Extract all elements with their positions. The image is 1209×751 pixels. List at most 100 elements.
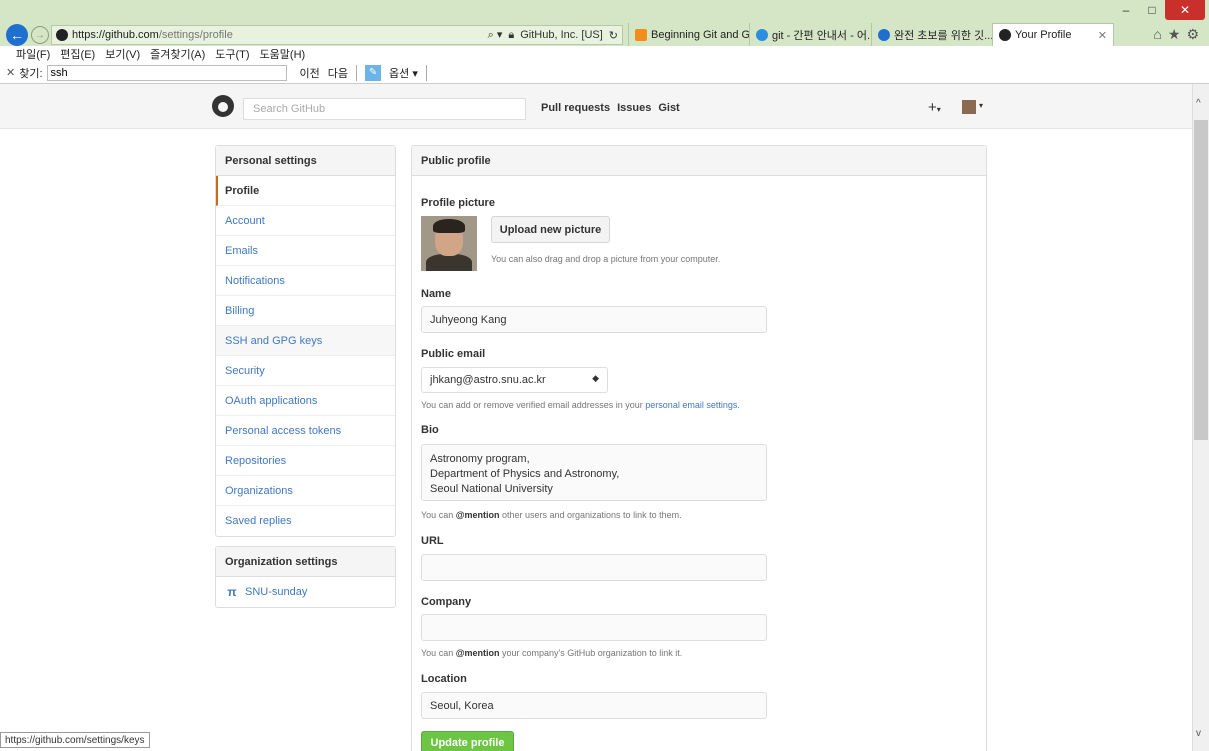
menu-edit[interactable]: 편집(E) <box>60 46 95 62</box>
highlight-icon[interactable]: ✎ <box>365 64 382 81</box>
find-input[interactable] <box>46 64 287 81</box>
scrollbar-thumb[interactable] <box>1194 120 1208 440</box>
profile-picture-label: Profile picture <box>421 197 495 209</box>
minimize-button[interactable]: – <box>1113 0 1139 20</box>
sidebar-item-security[interactable]: Security <box>216 356 395 386</box>
nav-issues[interactable]: Issues <box>617 102 651 114</box>
tab-strip: Beginning Git and Git... git - 간편 안내서 - … <box>628 23 1114 46</box>
find-label: 찾기: <box>19 67 43 80</box>
panel-title: Public profile <box>412 146 986 176</box>
sidebar-item-personal-access-tokens[interactable]: Personal access tokens <box>216 416 395 446</box>
tab-favicon-icon <box>756 28 768 41</box>
address-bar[interactable]: https://github.com /settings/profile ⌕ ▾… <box>51 25 623 45</box>
home-icon[interactable]: ⌂ <box>1153 26 1161 43</box>
close-window-button[interactable]: ✕ <box>1165 0 1205 20</box>
address-bar-actions: ⌕ ▾ 🔒︎ GitHub, Inc. [US] ↻ <box>488 28 622 42</box>
sidebar-item-profile[interactable]: Profile <box>216 176 395 206</box>
search-dropdown-icon[interactable]: ⌕ ▾ <box>488 28 503 42</box>
menu-bar: 파일(F) 편집(E) 보기(V) 즐겨찾기(A) 도구(T) 도움말(H) <box>0 46 1209 62</box>
org-settings-title: Organization settings <box>216 547 395 577</box>
menu-tools[interactable]: 도구(T) <box>215 46 249 62</box>
forward-button[interactable]: → <box>31 26 49 44</box>
bio-label: Bio <box>421 424 439 436</box>
sidebar-item-organizations[interactable]: Organizations <box>216 476 395 506</box>
chevron-down-icon[interactable]: ▾ <box>979 101 983 110</box>
find-next-button[interactable]: 다음 <box>328 65 348 81</box>
menu-favorites[interactable]: 즐겨찾기(A) <box>150 46 205 62</box>
public-email-select[interactable]: jhkang@astro.snu.ac.kr ◆ <box>421 367 608 393</box>
sidebar-item-repositories[interactable]: Repositories <box>216 446 395 476</box>
refresh-icon[interactable]: ↻ <box>609 29 618 42</box>
divider <box>356 64 358 81</box>
tab-label: 완전 초보를 위한 깃... <box>894 29 992 42</box>
settings-gear-icon[interactable]: ⚙ <box>1186 26 1199 43</box>
close-tab-icon[interactable]: ✕ <box>1098 29 1107 42</box>
search-input[interactable] <box>243 98 526 120</box>
find-prev-button[interactable]: 이전 <box>300 65 320 81</box>
sidebar-item-notifications[interactable]: Notifications <box>216 266 395 296</box>
tab-favicon-icon <box>999 29 1011 41</box>
tab-favicon-icon <box>635 28 647 41</box>
menu-help[interactable]: 도움말(H) <box>260 46 306 62</box>
menu-file[interactable]: 파일(F) <box>16 46 50 62</box>
scroll-down-icon[interactable]: v <box>1196 728 1201 739</box>
bio-textarea[interactable]: Astronomy program, Department of Physics… <box>421 444 767 501</box>
favorites-star-icon[interactable]: ★ <box>1168 26 1181 43</box>
public-email-value: jhkang@astro.snu.ac.kr <box>430 374 546 386</box>
tab-label: Beginning Git and Git... <box>651 28 749 41</box>
location-field[interactable] <box>421 692 767 719</box>
divider <box>425 64 427 81</box>
sidebar-item-billing[interactable]: Billing <box>216 296 395 326</box>
upload-picture-button[interactable]: Upload new picture <box>491 216 610 243</box>
url-path: /settings/profile <box>158 29 233 41</box>
user-avatar[interactable] <box>962 100 976 114</box>
location-label: Location <box>421 673 467 685</box>
back-button[interactable]: ← <box>6 24 28 46</box>
tab-beginning-git[interactable]: Beginning Git and Git... <box>628 23 749 46</box>
bio-line: Astronomy program, <box>430 453 530 465</box>
bio-line: Department of Physics and Astronomy, <box>430 468 620 480</box>
sidebar-item-account[interactable]: Account <box>216 206 395 236</box>
organization-settings-menu: Organization settings π SNU-sunday <box>215 546 396 608</box>
tab-git-beginner[interactable]: 완전 초보를 위한 깃... <box>871 23 992 46</box>
nav-gist[interactable]: Gist <box>658 102 679 114</box>
security-label[interactable]: GitHub, Inc. [US] <box>520 29 603 41</box>
personal-settings-menu: Personal settings Profile Account Emails… <box>215 145 396 537</box>
nav-pull-requests[interactable]: Pull requests <box>541 102 610 114</box>
sidebar-title: Personal settings <box>216 146 395 176</box>
menu-view[interactable]: 보기(V) <box>105 46 140 62</box>
lock-icon[interactable]: 🔒︎ <box>508 29 514 42</box>
personal-email-settings-link[interactable]: personal email settings. <box>645 400 740 410</box>
tab-git-guide[interactable]: git - 간편 안내서 - 어... <box>749 23 871 46</box>
github-favicon-icon <box>56 29 68 41</box>
url-field[interactable] <box>421 554 767 581</box>
github-logo-icon[interactable] <box>212 95 234 117</box>
close-find-icon[interactable]: ✕ <box>6 66 15 79</box>
company-field[interactable] <box>421 614 767 641</box>
tab-your-profile[interactable]: Your Profile ✕ <box>992 23 1114 46</box>
scroll-up-icon[interactable]: ^ <box>1196 98 1201 109</box>
company-label: Company <box>421 596 472 608</box>
org-item-snu-sunday[interactable]: π SNU-sunday <box>216 577 395 607</box>
org-item-label: SNU-sunday <box>245 586 308 598</box>
tab-label: git - 간편 안내서 - 어... <box>772 29 871 42</box>
sidebar-item-saved-replies[interactable]: Saved replies <box>216 506 395 536</box>
update-profile-button[interactable]: Update profile <box>421 731 514 751</box>
find-options-button[interactable]: 옵션 ▾ <box>389 65 418 81</box>
create-new-dropdown[interactable]: +▾ <box>928 99 941 116</box>
browser-titlebar: – □ ✕ ← → https://github.com /settings/p… <box>0 0 1209 46</box>
url-label: URL <box>421 535 444 547</box>
sidebar-item-emails[interactable]: Emails <box>216 236 395 266</box>
tab-favicon-icon <box>878 28 890 41</box>
name-field[interactable] <box>421 306 767 333</box>
sidebar-item-ssh-gpg-keys[interactable]: SSH and GPG keys <box>216 326 395 356</box>
company-hint: You can @mention your company's GitHub o… <box>421 648 683 658</box>
github-header: Pull requests Issues Gist +▾ ▾ <box>0 84 1192 129</box>
status-bar-url: https://github.com/settings/keys <box>0 732 150 748</box>
vertical-scrollbar[interactable]: ^ v <box>1192 84 1209 751</box>
bio-line: Seoul National University <box>430 483 553 495</box>
upload-hint: You can also drag and drop a picture fro… <box>491 254 721 264</box>
email-hint: You can add or remove verified email add… <box>421 400 740 410</box>
maximize-button[interactable]: □ <box>1139 0 1165 20</box>
sidebar-item-oauth-applications[interactable]: OAuth applications <box>216 386 395 416</box>
